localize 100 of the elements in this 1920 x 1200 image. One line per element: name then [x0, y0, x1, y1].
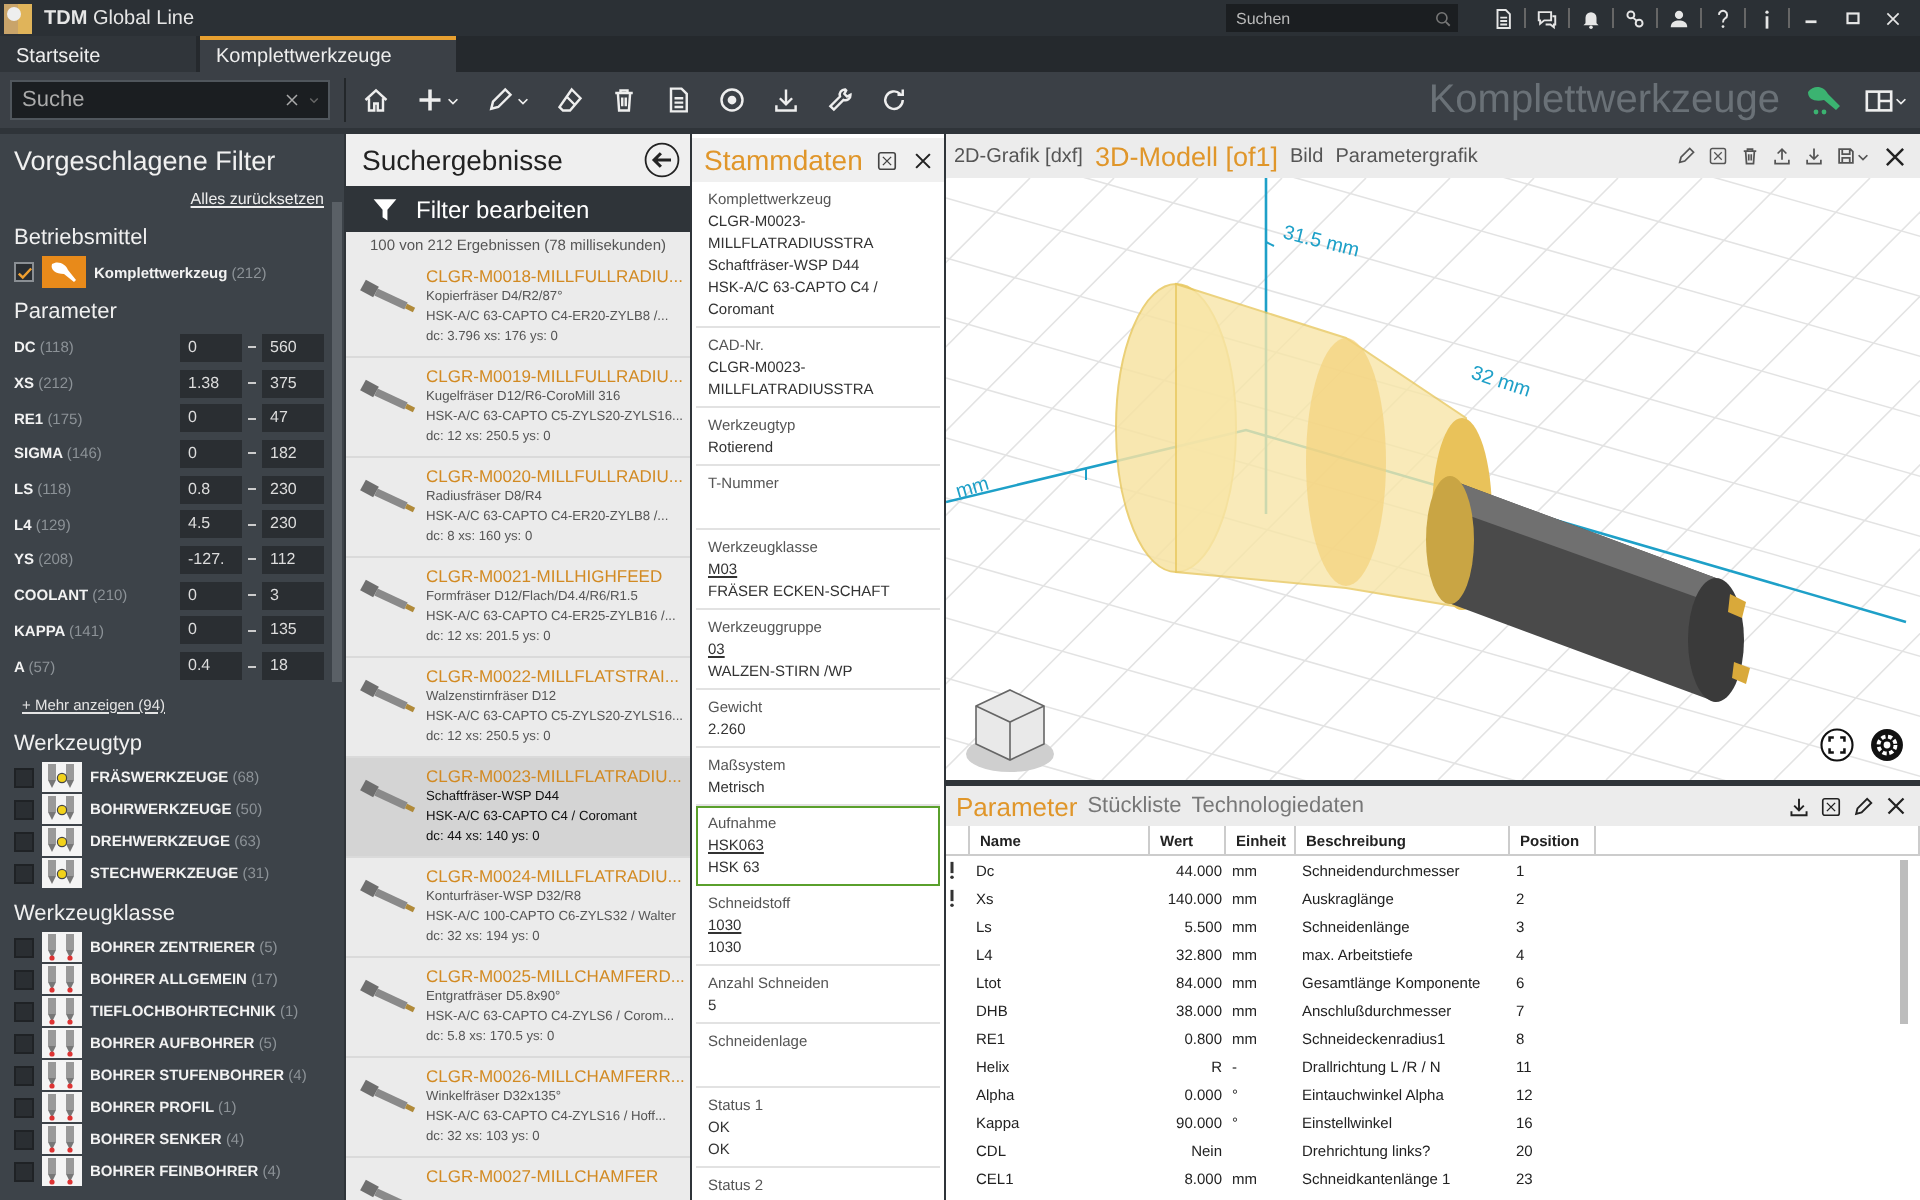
range-min-field[interactable]: 1.38: [180, 369, 242, 398]
range-min-field[interactable]: -127.: [180, 545, 242, 574]
expand-icon[interactable]: [1708, 146, 1728, 166]
expand-icon[interactable]: [876, 149, 899, 171]
user-icon[interactable]: [1668, 7, 1690, 29]
checkbox[interactable]: [14, 831, 34, 852]
checkbox[interactable]: [14, 799, 34, 820]
checkbox[interactable]: [14, 1097, 34, 1118]
refresh-icon[interactable]: [880, 86, 908, 114]
tool-class-icon: [42, 1060, 82, 1091]
expand-icon[interactable]: [1820, 795, 1842, 817]
tab[interactable]: Technologiedaten: [1191, 794, 1365, 818]
download-icon[interactable]: [1804, 146, 1824, 166]
search-field[interactable]: Suchen: [1226, 4, 1458, 32]
search-field[interactable]: Suche: [10, 80, 330, 120]
range-min-field[interactable]: 0.4: [180, 652, 242, 681]
tab[interactable]: Bild: [1290, 145, 1324, 167]
range-max-field[interactable]: 112: [262, 545, 324, 574]
close-icon[interactable]: [1882, 143, 1908, 169]
checkbox[interactable]: [14, 969, 34, 990]
trash-icon[interactable]: [1740, 146, 1760, 166]
bell-icon[interactable]: [1580, 7, 1602, 29]
checkbox[interactable]: [14, 1001, 34, 1022]
app-title: TDM Global Line: [44, 7, 195, 29]
tool-class-icon: [42, 1156, 82, 1187]
download-icon[interactable]: [1788, 795, 1810, 817]
eraser-icon[interactable]: [556, 86, 584, 114]
tool-class-icon: [42, 858, 82, 889]
tool-class-icon: [42, 794, 82, 825]
tab[interactable]: Parametergrafik: [1335, 145, 1478, 167]
clear-icon[interactable]: [284, 92, 300, 108]
range-max-field[interactable]: 18: [262, 652, 324, 681]
layout-icon[interactable]: [1864, 85, 1894, 115]
pencil-icon[interactable]: [1676, 146, 1696, 166]
range-min-field[interactable]: 0: [180, 616, 242, 645]
trash-icon[interactable]: [610, 86, 638, 114]
range-max-field[interactable]: 230: [262, 510, 324, 539]
tool-icon: [356, 376, 416, 416]
reset-link[interactable]: Alles zurücksetzen: [190, 190, 324, 208]
range-min-field[interactable]: 0: [180, 581, 242, 610]
wrench-icon[interactable]: [826, 86, 854, 114]
document-icon[interactable]: [664, 86, 692, 114]
tab[interactable]: 2D-Grafik [dxf]: [954, 145, 1083, 167]
chat-icon[interactable]: [1536, 7, 1558, 29]
range-min-field[interactable]: 4.5: [180, 510, 242, 539]
nodes-icon[interactable]: [1624, 7, 1646, 29]
home-icon[interactable]: [362, 86, 390, 114]
plus-icon[interactable]: [416, 86, 444, 114]
circles-icon[interactable]: [718, 86, 746, 114]
result-title: CLGR-M0019-MILLFULLRADIU...: [426, 364, 685, 388]
scrollbar[interactable]: [1900, 860, 1908, 1024]
close-icon[interactable]: [912, 149, 935, 171]
fit-view-icon[interactable]: [1820, 728, 1854, 762]
tool-icon: [356, 976, 416, 1016]
checkbox[interactable]: [14, 767, 34, 788]
checkbox[interactable]: [14, 1065, 34, 1086]
tab[interactable]: Komplettwerkzeuge: [200, 36, 456, 72]
caret-icon[interactable]: [446, 93, 460, 107]
pencil-icon[interactable]: [1852, 795, 1874, 817]
scrollbar[interactable]: [332, 202, 342, 682]
range-min-field[interactable]: 0.8: [180, 475, 242, 504]
range-min-field[interactable]: 0: [180, 333, 242, 362]
dimension-label: 32 mm: [1468, 362, 1534, 403]
search-icon: [1434, 9, 1452, 27]
tab[interactable]: Startseite: [0, 36, 196, 72]
checkbox[interactable]: [14, 863, 34, 884]
settings-icon[interactable]: [1870, 728, 1904, 762]
upload-icon[interactable]: [1772, 146, 1792, 166]
tab[interactable]: Stückliste: [1087, 794, 1182, 818]
range-max-field[interactable]: 47: [262, 404, 324, 433]
filter-button[interactable]: Filter bearbeiten: [346, 186, 690, 232]
checkbox[interactable]: [14, 1033, 34, 1054]
caret-icon[interactable]: [1856, 149, 1870, 163]
checkbox[interactable]: [14, 1129, 34, 1150]
range-max-field[interactable]: 182: [262, 439, 324, 468]
checkbox[interactable]: [14, 937, 34, 958]
tool-icon: [356, 576, 416, 616]
close-icon[interactable]: [1884, 794, 1908, 818]
range-max-field[interactable]: 375: [262, 369, 324, 398]
range-max-field[interactable]: 3: [262, 581, 324, 610]
range-max-field[interactable]: 230: [262, 475, 324, 504]
section-heading: Werkzeugtyp: [14, 731, 144, 756]
view-cube-icon[interactable]: [966, 689, 1054, 772]
section-heading: Werkzeugklasse: [14, 901, 177, 926]
back-icon[interactable]: [644, 142, 680, 178]
save-icon[interactable]: [1836, 146, 1856, 166]
checkbox[interactable]: [14, 1161, 34, 1182]
maximize-icon[interactable]: [1842, 7, 1864, 29]
range-max-field[interactable]: 560: [262, 333, 324, 362]
document-icon[interactable]: [1492, 7, 1514, 29]
dimension-label: mm: [953, 473, 992, 504]
tool-icon[interactable]: [1804, 84, 1844, 116]
range-max-field[interactable]: 135: [262, 616, 324, 645]
range-min-field[interactable]: 0: [180, 404, 242, 433]
result-title: CLGR-M0025-MILLCHAMFERD...: [426, 964, 686, 988]
checkbox[interactable]: [14, 262, 34, 282]
caret-icon[interactable]: [1894, 93, 1908, 107]
range-min-field[interactable]: 0: [180, 439, 242, 468]
help-icon[interactable]: [1712, 7, 1734, 29]
caret-icon[interactable]: [516, 93, 530, 107]
